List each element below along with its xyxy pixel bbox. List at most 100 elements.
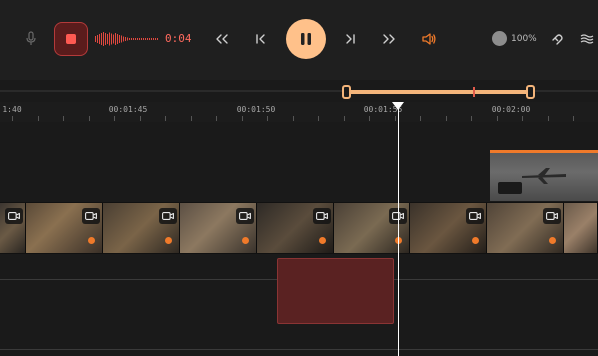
camera-icon (236, 208, 254, 224)
waveform-bar (103, 32, 104, 46)
zoom-level: 100% (511, 34, 537, 44)
clip-marker-dot (472, 237, 479, 244)
ruler-tick (12, 116, 13, 121)
ruler-tick (191, 116, 192, 121)
pause-icon (301, 33, 311, 45)
next-icon[interactable] (341, 30, 359, 48)
waveform-bar (147, 38, 148, 40)
waveform-bar (141, 38, 142, 40)
ruler-tick (344, 116, 345, 121)
waveform-bar (157, 38, 158, 40)
camera-icon (466, 208, 484, 224)
magnet-icon[interactable] (548, 30, 566, 48)
zoom-icon[interactable] (492, 31, 507, 46)
waveform-bar (133, 38, 134, 40)
waveform-bar (115, 33, 116, 45)
ruler-tick (165, 116, 166, 121)
waveform-bar (113, 34, 114, 44)
clip-marker-dot (242, 237, 249, 244)
stop-icon (66, 34, 76, 44)
pause-button[interactable] (286, 19, 326, 59)
ruler-tick (267, 116, 268, 121)
empty-track (0, 122, 598, 149)
ruler-tick (548, 116, 549, 121)
waveform-bar (137, 38, 138, 40)
clip-marker-dot (319, 237, 326, 244)
playhead-line (398, 108, 399, 356)
waveform-bar (111, 33, 112, 45)
clip-marker-dot (549, 237, 556, 244)
waveform-bar (117, 34, 118, 44)
ruler-tick (63, 116, 64, 121)
camera-icon (313, 208, 331, 224)
ruler-tick (522, 116, 523, 121)
clip-badge (498, 182, 522, 194)
waveform-bar (129, 38, 130, 40)
clip-marker-dot (88, 237, 95, 244)
waveform-bar (119, 35, 120, 43)
ruler-tick (573, 116, 574, 121)
ruler-tick (140, 116, 141, 121)
menu-icon[interactable] (578, 30, 596, 48)
scrollbar-bar (348, 90, 529, 94)
waveform-bar (151, 38, 152, 40)
waveform-bar (139, 38, 140, 40)
ruler-tick (471, 116, 472, 121)
volume-icon[interactable] (420, 30, 438, 48)
recording-waveform (95, 32, 158, 46)
mic-icon[interactable] (22, 30, 40, 48)
ruler-tick (395, 116, 396, 121)
overlay-video-clip[interactable] (490, 150, 598, 201)
waveform-bar (95, 36, 96, 42)
playhead-handle[interactable] (392, 102, 404, 110)
camera-icon (159, 208, 177, 224)
ruler-label: 00:01:50 (236, 105, 276, 114)
ruler-tick (497, 116, 498, 121)
ruler-tick (420, 116, 421, 121)
ruler-label: 00:01:45 (108, 105, 148, 114)
timeline-scrollbar[interactable] (342, 85, 535, 99)
camera-icon (82, 208, 100, 224)
waveform-bar (131, 38, 132, 40)
ruler-tick (293, 116, 294, 121)
waveform-bar (99, 34, 100, 44)
airplane-icon (522, 168, 566, 184)
waveform-bar (149, 38, 150, 40)
waveform-bar (143, 38, 144, 40)
ruler-tick (114, 116, 115, 121)
waveform-bar (135, 38, 136, 40)
scroll-handle-left[interactable] (342, 85, 351, 99)
scroll-handle-right[interactable] (526, 85, 535, 99)
audio-guide-line (0, 349, 598, 350)
waveform-bar (153, 38, 154, 40)
waveform-bar (107, 34, 108, 44)
waveform-bar (97, 35, 98, 43)
waveform-bar (145, 38, 146, 40)
waveform-bar (127, 37, 128, 41)
audio-clip[interactable] (277, 258, 394, 324)
ruler-tick (318, 116, 319, 121)
seek-back-icon[interactable] (213, 30, 231, 48)
ruler-label: 00:02:00 (491, 105, 531, 114)
waveform-bar (123, 36, 124, 42)
waveform-bar (155, 38, 156, 40)
video-frame-thumbnail[interactable] (564, 203, 598, 253)
camera-icon (5, 208, 23, 224)
camera-icon (543, 208, 561, 224)
ruler-tick (216, 116, 217, 121)
ruler-label: 1:40 (2, 105, 22, 114)
waveform-bar (105, 33, 106, 45)
ruler-tick (446, 116, 447, 121)
waveform-bar (109, 32, 110, 46)
ruler-tick (242, 116, 243, 121)
recording-timer: 0:04 (165, 32, 192, 45)
seek-forward-icon[interactable] (380, 30, 398, 48)
stop-record-button[interactable] (54, 22, 88, 56)
waveform-bar (101, 33, 102, 45)
ruler-tick (38, 116, 39, 121)
ruler-tick (369, 116, 370, 121)
waveform-bar (125, 37, 126, 41)
prev-icon[interactable] (252, 30, 270, 48)
clip-marker-dot (165, 237, 172, 244)
scroll-position-marker (473, 87, 475, 97)
